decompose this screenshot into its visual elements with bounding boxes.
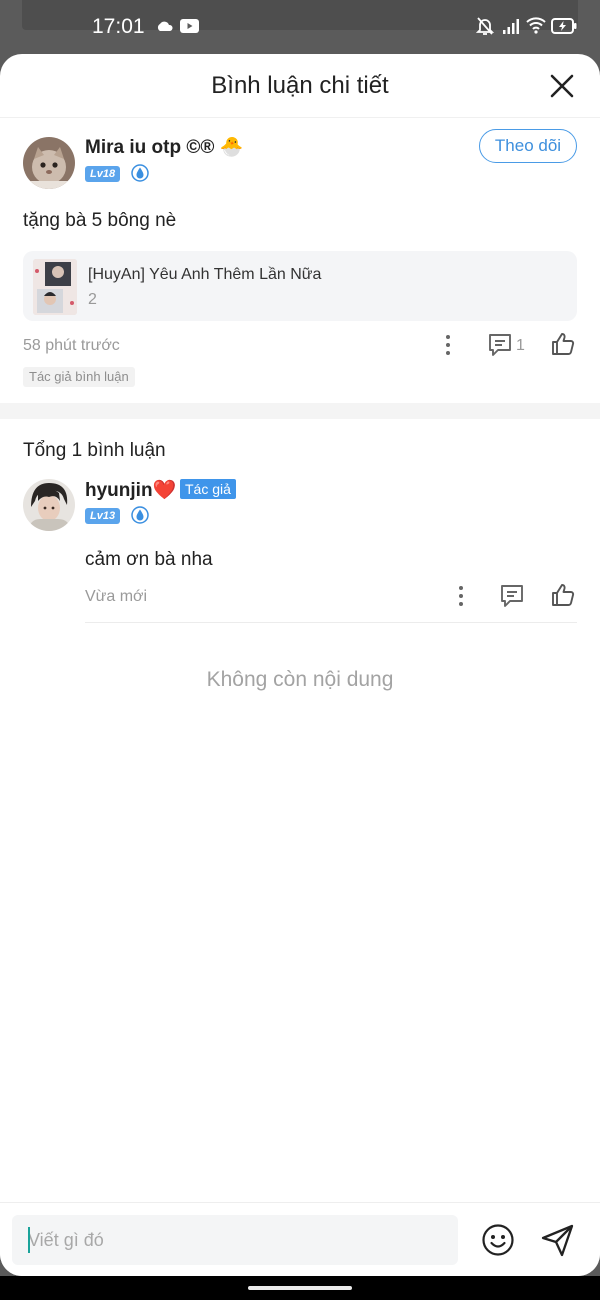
home-gesture-handle[interactable] [248,1286,352,1290]
bell-off-icon [476,17,494,35]
reply-time: Vừa mới [85,588,148,605]
cloud-icon [157,21,173,31]
end-of-content: Không còn nội dung [206,668,394,691]
battery-charging-icon [551,18,577,34]
author-name[interactable]: Mira iu otp ©® 🐣 [85,135,243,159]
reply-text: cảm ơn bà nha [85,549,213,570]
book-title: [HuyAn] Yêu Anh Thêm Lần Nữa [88,266,322,283]
status-bar: 17:01 [0,0,600,54]
wifi-icon [526,17,546,34]
more-options-icon[interactable] [435,332,461,358]
comment-detail-sheet: Bình luận chi tiết Mira iu otp ©® 🐣 Lv18… [0,54,600,1276]
close-icon[interactable] [548,72,576,100]
comment-input[interactable] [12,1215,458,1265]
reply-icon[interactable] [487,332,513,358]
reply-divider [85,622,577,623]
comment-input-bar [0,1202,600,1276]
avatar[interactable] [23,137,75,189]
water-drop-badge-icon [131,506,149,524]
signal-icon [503,19,519,34]
comment-text: tặng bà 5 bông nè [23,210,177,231]
reply-author-name[interactable]: hyunjin❤️ [85,478,176,502]
text-cursor [28,1227,30,1253]
book-card[interactable]: [HuyAn] Yêu Anh Thêm Lần Nữa 2 [23,251,577,321]
level-badge: Lv18 [85,166,121,182]
youtube-icon [180,19,199,33]
heart-emoji: ❤️ [152,480,177,501]
chick-emoji: 🐣 [219,137,244,158]
book-cover [33,259,77,315]
reply-avatar[interactable] [23,479,75,531]
like-icon[interactable] [550,582,576,608]
reply-level-badge: Lv13 [85,508,121,524]
status-time: 17:01 [92,15,145,38]
comment-time: 58 phút trước [23,337,120,354]
water-drop-badge-icon [131,164,149,182]
author-comment-tag: Tác giả bình luận [23,367,135,387]
navigation-bar [0,1276,600,1300]
section-divider [0,403,600,419]
book-chapter: 2 [88,291,97,308]
author-badge: Tác giả [180,479,236,499]
reply-count: 1 [516,337,525,354]
send-icon[interactable] [540,1222,576,1258]
emoji-icon[interactable] [481,1223,515,1257]
sheet-title: Bình luận chi tiết [211,72,389,99]
reply-icon[interactable] [499,583,525,609]
total-comments: Tổng 1 bình luận [23,440,166,461]
sheet-header: Bình luận chi tiết [0,54,600,118]
follow-button[interactable]: Theo dõi [479,129,577,163]
more-options-icon[interactable] [448,583,474,609]
like-icon[interactable] [550,331,576,357]
